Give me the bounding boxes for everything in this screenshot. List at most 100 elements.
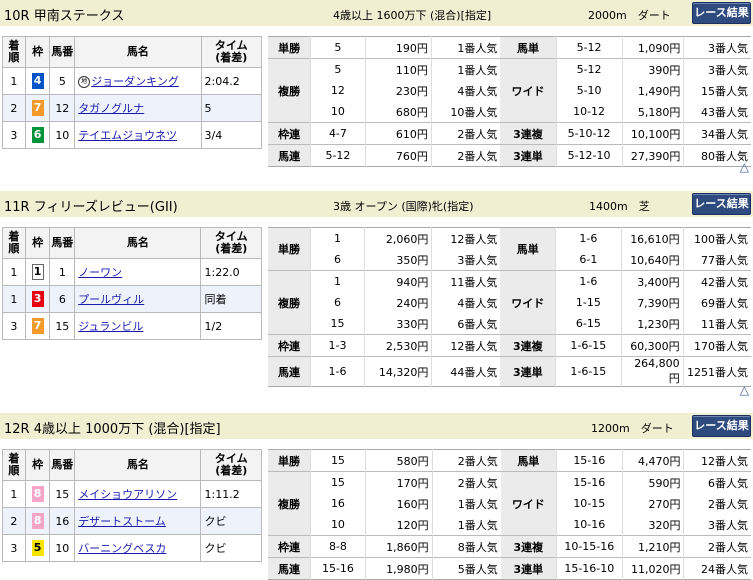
sanrenpuku-payout: 1,210円 (621, 535, 684, 558)
sanrenpuku-popularity: 34番人気 (683, 122, 751, 145)
fukusho-combination: 10 (310, 101, 366, 123)
umatan-popularity: 77番人気 (682, 249, 751, 271)
horse-number: 5 (49, 67, 76, 95)
fukusho-combination: 5 (310, 58, 366, 80)
payout-row: 単勝 15 580円 2番人気 馬単 15-16 4,470円 12番人気 (268, 449, 751, 472)
page-top-icon[interactable]: △ (740, 383, 749, 397)
fukusho-payout: 120円 (364, 514, 433, 536)
fukusho-label: 複勝 (268, 270, 311, 335)
result-table: 着順枠馬番 馬名 タイム (着差) 1 4 5 地ジョーダンキング 2:04.2 2 7 12 タガノグ… (2, 36, 262, 149)
waku-cell: 1 (24, 258, 51, 286)
race-distance: 1400m 芝 (589, 200, 650, 213)
header-waku: 枠 (24, 449, 51, 481)
fukusho-combination: 10 (310, 514, 366, 536)
umatan-combination: 1-6 (555, 227, 621, 249)
horse-number: 12 (49, 94, 76, 122)
tansho-combination: 15 (310, 449, 366, 472)
tansho-payout: 2,060円 (364, 227, 432, 249)
header-time: タイム (着差) (200, 227, 262, 259)
race-distance: 2000m ダート (588, 9, 671, 22)
wide-popularity: 69番人気 (682, 292, 751, 313)
wakuren-payout: 2,530円 (364, 334, 432, 357)
header-uma: 馬番 (49, 36, 76, 68)
horse-name-cell: デザートストーム (74, 507, 202, 535)
header-time: タイム (着差) (200, 36, 262, 68)
wide-combination: 10-16 (555, 514, 623, 536)
race-result-button[interactable]: レース結果 (692, 193, 751, 215)
payout-row: 馬連 1-6 14,320円 44番人気 3連単 1-6-15 264,800円 1251番人… (268, 356, 751, 387)
umatan-popularity: 12番人気 (683, 449, 751, 472)
race-section: 11R フィリーズレビュー(GII) 3歳 オープン (国際)牝(指定) 1400m… (0, 191, 753, 397)
fukusho-popularity: 1番人気 (431, 514, 501, 536)
header-name: 馬名 (74, 36, 202, 68)
wide-popularity: 3番人気 (683, 514, 751, 536)
horse-name-cell: メイショウアリソン (74, 480, 202, 508)
waku-cell: 3 (24, 285, 51, 313)
waku-cell: 6 (24, 121, 51, 149)
umatan-label: 馬単 (500, 449, 557, 472)
result-header-row: 着順枠馬番 馬名 タイム (着差) (2, 227, 262, 259)
sanrenpuku-label: 3連複 (500, 334, 556, 357)
horse-number: 6 (49, 285, 76, 313)
page-top-icon[interactable]: △ (740, 160, 749, 174)
horse-name-cell: ジュランビル (74, 312, 202, 340)
payout-row: 単勝 5 190円 1番人気 馬単 5-12 1,090円 3番人気 (268, 36, 751, 59)
header-waku: 枠 (24, 227, 51, 259)
race-section: 10R 甲南ステークス 4歳以上 1600万下 (混合)[指定] 2000m ダート… (0, 0, 753, 185)
fukusho-popularity: 4番人気 (430, 80, 501, 101)
race-title: 11R フィリーズレビュー(GII) (4, 200, 178, 215)
wide-payout: 3,400円 (620, 270, 684, 292)
horse-name-cell: タガノグルナ (74, 94, 202, 122)
horse-name-cell: 地ジョーダンキング (74, 67, 202, 95)
wakuren-combination: 8-8 (310, 535, 366, 558)
payout-row: 複勝 15 170円 2番人気 ワイド 15-16 590円 6番人気 (268, 471, 751, 536)
horse-name-cell: ノーワン (74, 258, 202, 286)
sanrentan-combination: 5-12-10 (555, 144, 623, 167)
horse-name-link[interactable]: ノーワン (78, 266, 122, 279)
horse-name-link[interactable]: メイショウアリソン (78, 488, 177, 501)
waku-cell: 8 (24, 480, 51, 508)
fukusho-payout: 110円 (364, 58, 432, 80)
wide-payout: 1,230円 (620, 313, 684, 335)
finish-time: クビ (200, 534, 262, 562)
fukusho-payout: 170円 (364, 471, 433, 493)
horse-name-link[interactable]: タガノグルナ (78, 102, 144, 115)
umatan-combination: 15-16 (555, 449, 623, 472)
umaren-popularity: 44番人気 (431, 356, 501, 387)
horse-name-link[interactable]: プールヴィル (78, 293, 144, 306)
sanrenpuku-popularity: 2番人気 (683, 535, 751, 558)
payout-row: 枠連 4-7 610円 2番人気 3連複 5-10-12 10,100円 34番人気 (268, 122, 751, 145)
payout-row: 馬連 5-12 760円 2番人気 3連単 5-12-10 27,390円 80番人気 (268, 144, 751, 167)
wide-combination: 6-15 (555, 313, 621, 335)
horse-name-link[interactable]: バーニングベスカ (78, 542, 166, 555)
horse-name-link[interactable]: テイエムジョウネツ (78, 129, 177, 142)
fukusho-popularity: 6番人気 (431, 313, 501, 335)
waku-badge: 6 (31, 127, 44, 143)
wakuren-payout: 1,860円 (364, 535, 433, 558)
horse-name-link[interactable]: ジョーダンキング (91, 75, 179, 88)
horse-number: 1 (49, 258, 76, 286)
header-waku: 枠 (24, 36, 51, 68)
fukusho-popularity: 2番人気 (431, 471, 501, 493)
wide-payout: 270円 (621, 493, 684, 514)
waku-badge: 8 (31, 513, 44, 529)
race-header: 12R 4歳以上 1000万下 (混合)[指定] 1200m ダート レース結果 (0, 413, 753, 439)
sanrenpuku-combination: 5-10-12 (555, 122, 623, 145)
header-name: 馬名 (74, 449, 202, 481)
umaren-label: 馬連 (268, 144, 311, 167)
wakuren-combination: 4-7 (310, 122, 366, 145)
umaren-popularity: 2番人気 (430, 144, 501, 167)
waku-badge: 1 (31, 264, 44, 280)
sanrentan-combination: 1-6-15 (555, 356, 621, 387)
horse-name-link[interactable]: デザートストーム (78, 515, 166, 528)
waku-badge: 8 (31, 486, 44, 502)
horse-name-link[interactable]: ジュランビル (78, 320, 143, 333)
wide-payout: 590円 (621, 471, 684, 493)
waku-cell: 7 (24, 312, 51, 340)
fukusho-payout: 330円 (364, 313, 432, 335)
finish-rank: 2 (2, 507, 26, 535)
race-result-button[interactable]: レース結果 (692, 2, 751, 24)
horse-number: 15 (49, 480, 76, 508)
race-result-button[interactable]: レース結果 (692, 415, 751, 437)
wide-popularity: 3番人気 (683, 58, 751, 80)
